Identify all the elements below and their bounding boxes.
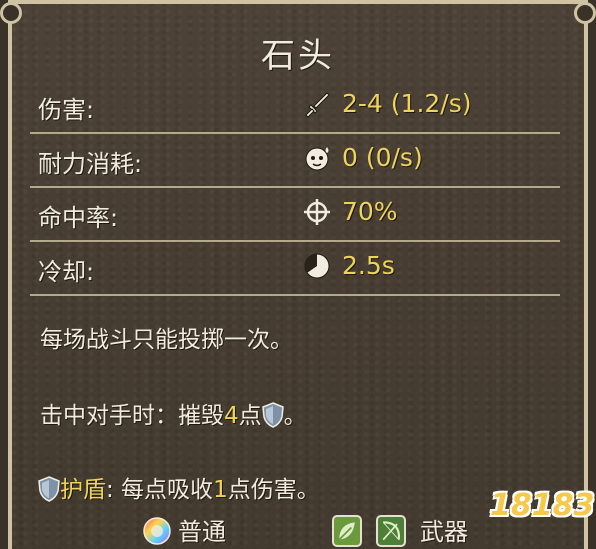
on-hit-effect: 击中对手时：摧毁4点 。: [40, 396, 307, 430]
item-title: 石头: [261, 36, 335, 76]
rarity-orb-icon: [143, 517, 171, 545]
watermark-text: 18183: [490, 488, 595, 523]
stat-value: 2-4 (1.2/s): [342, 89, 472, 118]
on-hit-amount: 4: [224, 403, 239, 429]
stat-label: 命中率:: [38, 204, 119, 232]
on-hit-suffix: 点: [238, 403, 262, 429]
shield-text-prefix: : 每点吸收: [106, 477, 214, 503]
frame-corner-ornament: [574, 2, 596, 24]
stat-value: 2.5s: [342, 251, 395, 280]
leaf-tag-icon: [332, 515, 362, 547]
on-hit-end: 。: [283, 403, 307, 429]
on-hit-prefix: 击中对手时：摧毁: [40, 403, 224, 429]
cooldown-icon: [304, 253, 330, 279]
shield-keyword-definition: 护盾: 每点吸收1点伤害。: [38, 470, 320, 504]
stat-label: 冷却:: [38, 258, 95, 286]
shield-text-suffix: 点伤害。: [227, 477, 320, 503]
stat-label: 伤害:: [38, 96, 95, 124]
stat-row-cooldown: 冷却: 2.5s: [30, 242, 560, 296]
stat-label: 耐力消耗:: [38, 150, 143, 178]
shield-icon: [261, 402, 284, 428]
crosshair-icon: [304, 199, 330, 225]
stat-row-stamina: 耐力消耗: 0 (0/s): [30, 134, 560, 188]
category-label: 武器: [420, 518, 468, 546]
frame-top-border: [8, 0, 588, 4]
stat-row-accuracy: 命中率: 70%: [30, 188, 560, 242]
shield-amount: 1: [213, 477, 228, 503]
stamina-icon: [305, 147, 329, 171]
bow-tag-icon: [376, 515, 406, 547]
sword-icon: [305, 92, 330, 118]
rarity-label: 普通: [178, 518, 226, 546]
frame-corner-ornament: [0, 2, 22, 24]
shield-icon: [38, 476, 60, 502]
description-line: 每场战斗只能投掷一次。: [40, 327, 293, 353]
site-watermark-logo: 18183: [490, 488, 594, 538]
stat-row-damage: 伤害: 2-4 (1.2/s): [30, 80, 560, 134]
shield-keyword: 护盾: [60, 477, 106, 503]
stat-value: 0 (0/s): [342, 143, 423, 172]
stat-value: 70%: [342, 197, 398, 226]
